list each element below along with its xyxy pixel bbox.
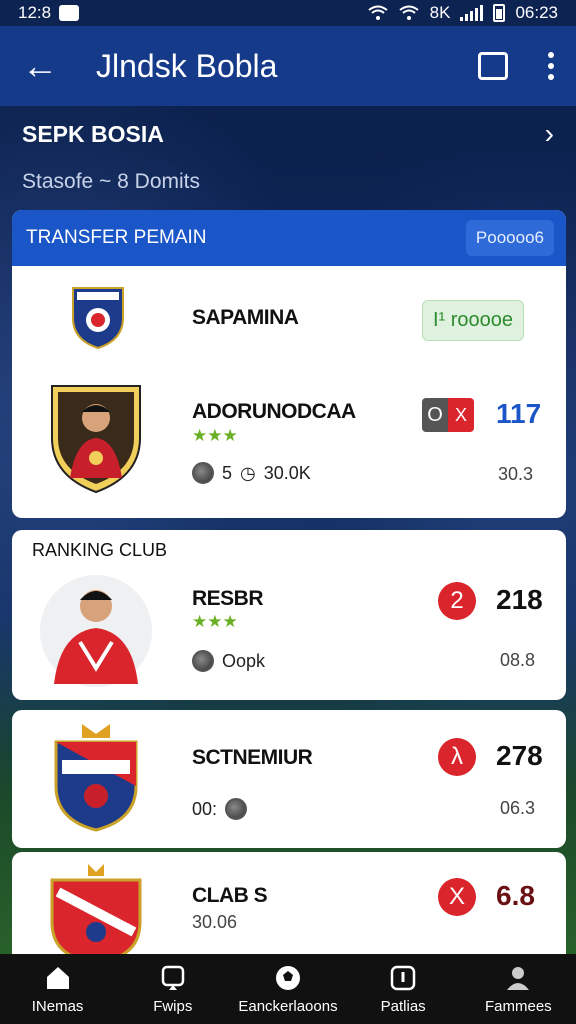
meta-count: 5 [222,462,233,483]
back-arrow-icon[interactable]: ← [22,45,62,87]
nav-info[interactable]: Patlias [348,964,458,1015]
nav-home[interactable]: INemas [3,964,113,1015]
player-meta: 5 ◷ 30.0K [192,462,311,484]
badge-o: O [422,398,448,432]
rank-badge: λ [438,738,476,776]
profile-icon [504,964,532,992]
badge-x: X [448,398,474,432]
rating-stars: ★★★ [192,612,238,631]
app-bar: ← Jlndsk Bobla [0,26,576,106]
rank-badge: 2 [438,582,476,620]
meta-value: 00: [192,798,218,819]
player-avatar[interactable] [40,572,152,690]
message-icon [59,5,80,21]
transfer-card: TRANSFER PEMAIN Pooooo6 SAPAMINA I¹ rooo… [12,210,566,518]
more-options-icon[interactable] [548,52,554,80]
nav-profile[interactable]: Fammees [463,964,573,1015]
player-name-1[interactable]: SAPAMINA [192,306,299,330]
soccer-ball-icon [225,798,248,820]
soccer-ball-icon [192,650,214,672]
clock-icon: ◷ [240,462,256,483]
nav-label: INemas [31,998,84,1015]
club-card[interactable]: SCTNEMIUR 00: λ 278 06.3 [12,710,566,848]
club-name[interactable]: CLAB S [192,884,268,908]
ranking-card: RANKING CLUB RESBR ★★★ Oopk 2 218 08.8 [12,530,566,700]
rank-badge: X [438,878,476,916]
nav-label: Patlias [380,998,426,1015]
window-icon[interactable] [478,52,508,80]
transfer-filter-button[interactable]: Pooooo6 [465,220,554,256]
meta-value: Oopk [222,650,266,671]
club-meta: Oopk [192,650,265,672]
rank-sub-value: 08.8 [500,650,536,670]
club-meta: 00: [192,798,248,820]
status-time-left: 12:8 [18,3,52,22]
home-icon [44,964,72,992]
nav-label: Fwips [153,998,193,1015]
nav-label: Fammees [485,998,552,1015]
transfer-header: TRANSFER PEMAIN Pooooo6 [12,210,566,266]
club-card[interactable]: CLAB S 30.06 X 6.8 [12,852,566,962]
player-sub-value: 30.3 [498,464,534,484]
search-icon [159,964,187,992]
section-header[interactable]: SEPK BOSIA › Stasofe ~ 8 Domits [22,118,554,194]
signal-icon [460,5,484,21]
rank-value: 218 [496,584,543,615]
rating-stars: ★★★ [192,426,238,445]
club-crest-icon [52,720,140,832]
section-title: SEPK BOSIA [22,120,164,147]
rank-sub-value: 06.3 [500,798,536,818]
ranking-title: RANKING CLUB [32,540,168,560]
club-sub-name: 30.06 [192,912,238,932]
status-time-right: 06:23 [515,3,558,22]
status-bar: 12:8 8K 06:23 [0,0,576,26]
club-crest-icon [68,284,128,350]
soccer-ball-icon [274,964,302,992]
status-badge: O X [422,398,474,432]
club-name[interactable]: RESBR [192,587,264,611]
wifi-icon [368,5,388,20]
rank-value: 6.8 [496,880,535,911]
app-title: Jlndsk Bobla [96,47,278,84]
section-subtitle: Stasofe ~ 8 Domits [22,170,200,193]
wifi-icon-2 [399,5,419,20]
chevron-right-icon[interactable]: › [545,118,554,150]
player-value: 117 [496,398,542,429]
rank-value: 278 [496,740,543,771]
club-name[interactable]: SCTNEMIUR [192,746,313,770]
meta-value: 30.0K [263,462,311,483]
battery-icon [493,4,506,22]
club-crest-icon [48,862,144,962]
nav-matches[interactable]: Eanckerlaoons [233,964,343,1015]
nav-label: Eanckerlaoons [238,998,338,1015]
network-label: 8K [429,3,451,22]
bottom-nav: INemas Fwips Eanckerlaoons Patlias Famme… [0,954,576,1024]
soccer-ball-icon [192,462,214,484]
status-tag: I¹ rooooe [422,300,525,341]
info-icon [389,964,417,992]
player-name-2[interactable]: ADORUNODCAA [192,400,356,424]
player-avatar[interactable] [48,382,144,494]
nav-search[interactable]: Fwips [118,964,228,1015]
transfer-title: TRANSFER PEMAIN [26,227,207,248]
